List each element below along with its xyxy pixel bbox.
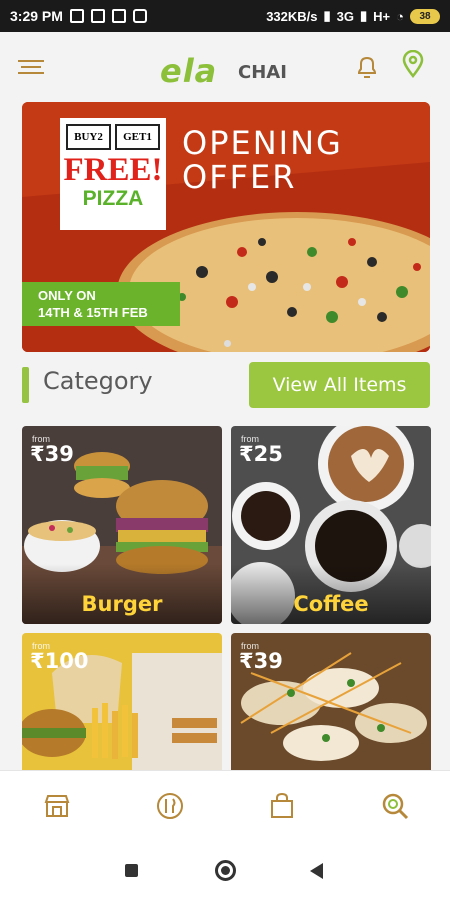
food-icon[interactable]: [155, 791, 185, 821]
price-label: ₹100: [30, 649, 89, 673]
category-card-snacks[interactable]: from ₹39: [231, 633, 431, 770]
menu-icon[interactable]: [18, 60, 44, 76]
network-type-hplus: H+: [373, 8, 391, 24]
shopping-bag-icon[interactable]: [267, 791, 297, 821]
category-header: Category View All Items: [22, 362, 430, 408]
app-bar: ela CHAI: [0, 32, 450, 98]
notification-icon: [69, 9, 84, 23]
status-bar: 3:29 PM 332KB/s ▮ 3G ▮ H+ ◔ 38: [0, 0, 450, 32]
dates-line-1: ONLY ON: [38, 288, 96, 303]
carousel-indicator[interactable]: [224, 340, 231, 347]
offer-dates: ONLY ON 14th & 15th FEB: [22, 282, 180, 326]
home-button[interactable]: [215, 860, 236, 881]
category-card-combo[interactable]: from ₹100: [22, 633, 222, 770]
network-type-3g: 3G: [336, 8, 354, 24]
logo-text: ela: [160, 52, 218, 90]
network-speed: 332KB/s: [266, 8, 318, 24]
buy-2-label: BUY2: [66, 124, 111, 150]
logo-subtext: CHAI: [238, 62, 287, 83]
offer-line-1: OPENING: [182, 124, 343, 162]
notification-icon: [132, 9, 147, 23]
battery-icon: 38: [410, 8, 440, 24]
offer-line-2: OFFER: [182, 158, 297, 196]
price-label: ₹39: [239, 649, 283, 673]
status-time: 3:29 PM: [10, 8, 63, 24]
recents-button[interactable]: [125, 864, 138, 877]
category-card-coffee[interactable]: from ₹25 Coffee: [231, 426, 431, 624]
app-logo: ela CHAI: [160, 52, 300, 90]
promo-banner[interactable]: BUY2 GET1 FREE! PIZZA OPENING OFFER ONLY…: [22, 102, 430, 352]
category-accent-bar: [22, 367, 29, 403]
pizza-text: PIZZA: [82, 187, 144, 210]
notification-icon: [90, 9, 105, 23]
signal-icon: ▮: [360, 8, 368, 23]
store-icon[interactable]: [42, 791, 72, 821]
signal-icon: ▮: [323, 8, 331, 23]
category-name: Coffee: [293, 592, 369, 616]
free-text: FREE!: [63, 152, 163, 188]
category-name: Burger: [81, 592, 163, 616]
view-all-items-button[interactable]: View All Items: [249, 362, 430, 408]
buy-get-free-badge: BUY2 GET1 FREE! PIZZA: [60, 118, 166, 230]
location-pin-icon[interactable]: [402, 49, 424, 83]
category-card-burger[interactable]: from ₹39 Burger: [22, 426, 222, 624]
dates-line-2: 14th & 15th FEB: [38, 305, 148, 320]
notification-bell-icon[interactable]: [354, 54, 380, 85]
wifi-icon: ◔: [396, 8, 404, 24]
system-navigation-bar: [0, 840, 450, 900]
bottom-navigation: [0, 770, 450, 840]
price-label: ₹39: [30, 442, 74, 466]
get-1-label: GET1: [115, 124, 160, 150]
search-icon[interactable]: [380, 791, 410, 821]
price-label: ₹25: [239, 442, 283, 466]
back-button[interactable]: [310, 863, 323, 879]
category-title: Category: [43, 367, 153, 395]
notification-icon: [111, 9, 126, 23]
opening-offer-title: OPENING OFFER: [182, 126, 343, 194]
